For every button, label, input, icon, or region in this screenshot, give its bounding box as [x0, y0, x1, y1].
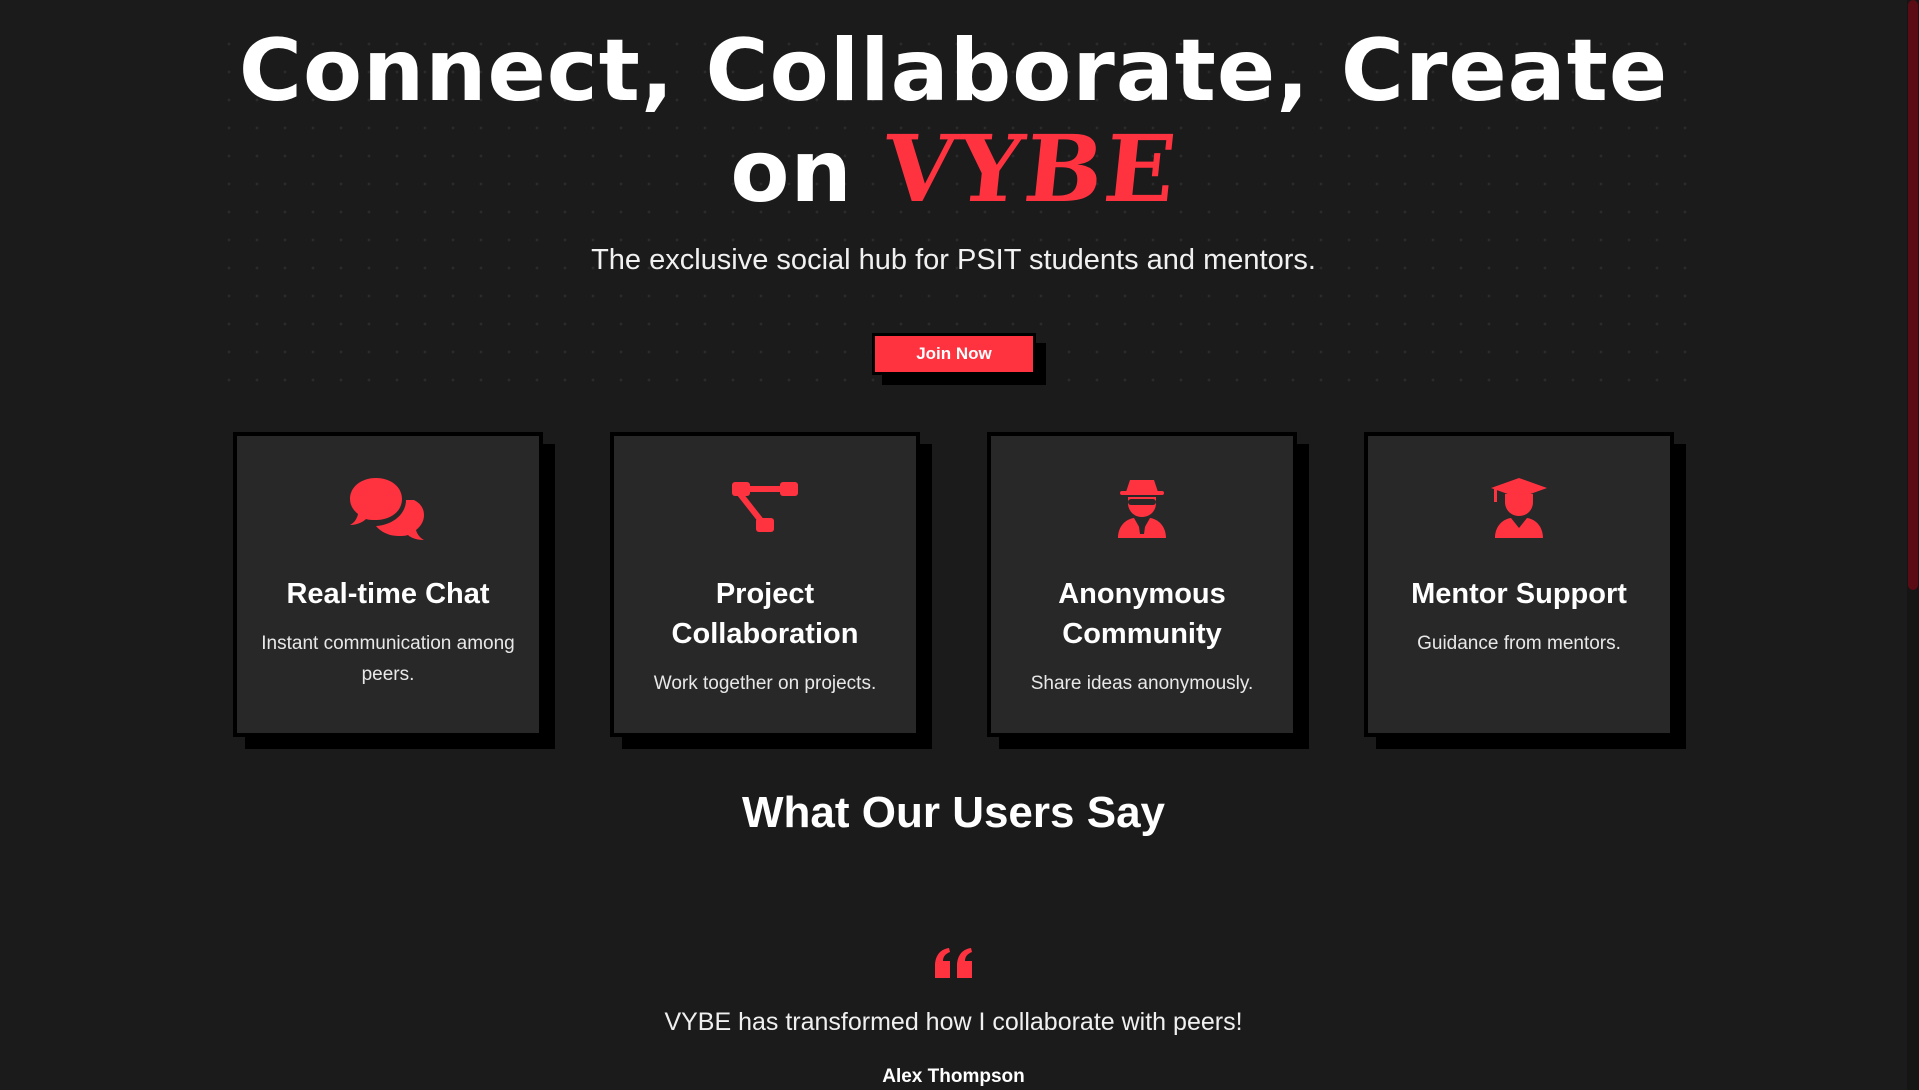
project-diagram-icon — [614, 476, 916, 540]
user-secret-icon — [991, 476, 1293, 540]
feature-card-mentor-support: Mentor Support Guidance from mentors. — [1364, 432, 1674, 737]
feature-card-real-time-chat: Real-time Chat Instant communication amo… — [233, 432, 543, 737]
feature-title: Mentor Support — [1411, 578, 1627, 610]
testimonial-author: Alex Thompson — [882, 1066, 1025, 1087]
scrollbar[interactable] — [1907, 0, 1919, 1090]
join-now-button[interactable]: Join Now — [872, 333, 1036, 375]
chat-bubbles-icon — [237, 476, 539, 540]
hero-title: Connect, Collaborate, Create on VYBE — [0, 21, 1907, 223]
hero-title-prefix: on — [730, 122, 853, 222]
feature-description: Work together on projects. — [653, 673, 877, 694]
graduate-icon — [1368, 476, 1670, 540]
feature-title: Real-time Chat — [286, 578, 490, 610]
scrollbar-thumb[interactable] — [1908, 0, 1918, 590]
quote-left-icon — [935, 948, 972, 978]
landing-page: Connect, Collaborate, Create on VYBE The… — [0, 0, 1919, 1090]
feature-body: Real-time Chat Instant communication amo… — [255, 574, 521, 690]
hero-title-line-2: on VYBE — [0, 115, 1907, 223]
feature-title: Anonymous Community — [1058, 578, 1226, 650]
feature-body: Anonymous Community Share ideas anonymou… — [1009, 574, 1275, 699]
testimonial-text: VYBE has transformed how I collaborate w… — [664, 1008, 1243, 1036]
feature-description: Guidance from mentors. — [1417, 633, 1621, 654]
feature-description: Share ideas anonymously. — [1030, 673, 1254, 694]
feature-title: Project Collaboration — [671, 578, 859, 650]
hero-subtitle: The exclusive social hub for PSIT studen… — [591, 244, 1316, 276]
feature-description: Instant communication among peers. — [261, 633, 515, 685]
feature-body: Mentor Support Guidance from mentors. — [1386, 574, 1652, 659]
feature-card-anonymous-community: Anonymous Community Share ideas anonymou… — [987, 432, 1297, 737]
feature-card-project-collaboration: Project Collaboration Work together on p… — [610, 432, 920, 737]
brand-logo-text: VYBE — [877, 115, 1183, 223]
hero-title-line-1: Connect, Collaborate, Create — [238, 21, 1669, 121]
feature-body: Project Collaboration Work together on p… — [632, 574, 898, 699]
testimonials-heading: What Our Users Say — [741, 788, 1166, 837]
